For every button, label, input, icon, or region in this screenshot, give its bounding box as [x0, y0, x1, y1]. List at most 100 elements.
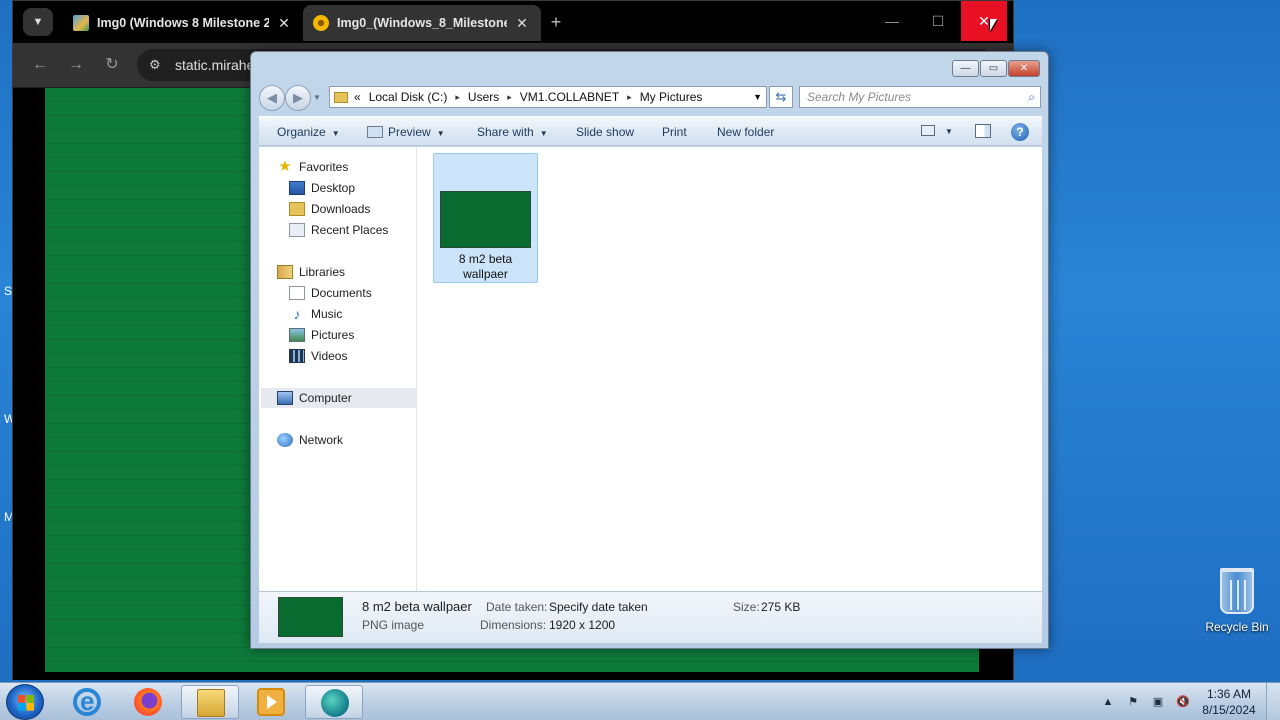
recent-pages-arrow-icon[interactable]: ▼ — [313, 85, 321, 111]
nav-documents-label: Documents — [311, 286, 372, 300]
clock[interactable]: 1:36 AM 8/15/2024 — [1196, 686, 1262, 718]
clock-time: 1:36 AM — [1206, 687, 1252, 701]
reload-button[interactable]: ↻ — [99, 53, 125, 77]
recent-places-icon — [289, 223, 305, 237]
back-forward-buttons: ◀ ▶ ▼ — [259, 85, 321, 111]
taskbar-file-explorer[interactable] — [181, 685, 239, 719]
nav-recent-places[interactable]: Recent Places — [289, 220, 388, 240]
show-hidden-icons-icon[interactable]: ▲ — [1100, 694, 1116, 710]
share-with-label: Share with — [477, 125, 534, 139]
show-desktop-button[interactable] — [1266, 683, 1280, 720]
preview-pane-icon[interactable] — [975, 124, 991, 138]
site-info-icon[interactable]: ⚙ — [149, 49, 161, 81]
network-tray-icon[interactable]: ▣ — [1150, 694, 1166, 710]
nav-libraries[interactable]: Libraries — [277, 262, 345, 282]
explorer-forward-button[interactable]: ▶ — [285, 85, 311, 111]
nav-favorites[interactable]: ★ Favorites — [277, 157, 348, 177]
nav-desktop[interactable]: Desktop — [289, 178, 355, 198]
print-button[interactable]: Print — [662, 117, 687, 147]
organize-button[interactable]: Organize ▼ — [277, 117, 340, 147]
explorer-back-button[interactable]: ◀ — [259, 85, 285, 111]
nav-downloads-label: Downloads — [311, 202, 371, 216]
folder-icon — [334, 91, 348, 103]
nav-desktop-label: Desktop — [311, 181, 356, 195]
file-list: 8 m2 beta wallpaer — [418, 147, 1042, 591]
browser-close-button[interactable]: ✕ — [961, 1, 1007, 41]
nav-libraries-label: Libraries — [299, 265, 346, 279]
refresh-icon[interactable]: ⇆ — [769, 86, 793, 108]
nav-documents[interactable]: Documents — [289, 283, 372, 303]
tab-search-button[interactable]: ▼ — [23, 8, 53, 36]
organize-label: Organize — [277, 125, 326, 139]
documents-icon — [289, 286, 305, 300]
recycle-bin-icon — [1220, 568, 1254, 614]
browser-maximize-button[interactable]: ☐ — [915, 1, 961, 41]
file-item[interactable]: 8 m2 beta wallpaer — [433, 153, 538, 283]
details-file-type: PNG image — [362, 618, 425, 632]
breadcrumb-my-pictures[interactable]: My Pictures — [640, 90, 703, 104]
breadcrumb-separator-icon[interactable]: ▸ — [507, 92, 512, 103]
taskbar-internet-explorer[interactable] — [58, 685, 116, 719]
breadcrumb-users[interactable]: Users — [468, 90, 499, 104]
explorer-maximize-button[interactable]: ▭ — [980, 60, 1007, 77]
size-value: 275 KB — [761, 600, 801, 614]
back-button[interactable]: ← — [27, 53, 53, 77]
url-text: static.mirahe — [175, 57, 255, 73]
taskbar-media-player[interactable] — [242, 685, 300, 719]
breadcrumb-separator-icon[interactable]: ▸ — [455, 92, 460, 103]
nav-music[interactable]: ♪ Music — [289, 304, 343, 324]
help-icon[interactable]: ? — [1011, 123, 1029, 141]
preview-label: Preview — [388, 125, 431, 139]
action-center-flag-icon[interactable]: ⚑ — [1125, 694, 1141, 710]
nav-pictures[interactable]: Pictures — [289, 325, 354, 345]
pictures-icon — [289, 328, 305, 342]
start-button[interactable] — [6, 684, 44, 720]
address-dropdown-icon[interactable]: ▼ — [753, 87, 762, 107]
recycle-bin[interactable]: Recycle Bin — [1200, 568, 1274, 634]
file-thumbnail — [440, 191, 531, 248]
new-tab-button[interactable]: + — [543, 9, 569, 35]
system-tray: ▲ ⚑ ▣ 🔇 — [1100, 683, 1200, 720]
search-input[interactable]: Search My Pictures ⌕ — [799, 86, 1041, 108]
forward-button[interactable]: → — [63, 53, 89, 77]
firefox-icon — [134, 688, 162, 716]
nav-network[interactable]: Network — [277, 430, 343, 450]
explorer-address-bar[interactable]: « Local Disk (C:) ▸ Users ▸ VM1.COLLABNE… — [329, 86, 767, 108]
command-bar: Organize ▼ Preview ▼ Share with ▼ Slide sho… — [259, 116, 1042, 146]
nav-downloads[interactable]: Downloads — [289, 199, 370, 219]
volume-muted-icon[interactable]: 🔇 — [1175, 694, 1191, 710]
date-taken-value[interactable]: Specify date taken — [549, 600, 648, 614]
chevron-down-icon: ▼ — [539, 129, 548, 138]
explorer-minimize-button[interactable]: — — [952, 60, 979, 77]
taskbar: ▲ ⚑ ▣ 🔇 1:36 AM 8/15/2024 — [0, 682, 1280, 720]
network-icon — [277, 433, 293, 447]
nav-recent-places-label: Recent Places — [311, 223, 389, 237]
nav-music-label: Music — [311, 307, 343, 321]
search-icon[interactable]: ⌕ — [1028, 87, 1035, 107]
breadcrumb-user[interactable]: VM1.COLLABNET — [520, 90, 619, 104]
slide-show-button[interactable]: Slide show — [576, 117, 634, 147]
taskbar-edge[interactable] — [305, 685, 363, 719]
preview-icon — [367, 126, 383, 138]
tab-strip: ▼ Img0 (Windows 8 Milestone 2) ✕ Img0_(W… — [13, 1, 1013, 43]
tab-close-icon[interactable]: ✕ — [513, 15, 531, 32]
tab-close-icon[interactable]: ✕ — [275, 15, 293, 32]
browser-minimize-button[interactable]: — — [869, 1, 915, 41]
taskbar-firefox[interactable] — [119, 685, 177, 719]
nav-videos[interactable]: Videos — [289, 346, 347, 366]
breadcrumb-overflow[interactable]: « — [354, 90, 361, 104]
chevron-down-icon[interactable]: ▼ — [945, 117, 953, 147]
new-folder-button[interactable]: New folder — [717, 117, 774, 147]
desktop-edge-glyph: S — [4, 284, 13, 298]
share-with-button[interactable]: Share with ▼ — [477, 117, 548, 147]
change-view-icon[interactable] — [921, 125, 935, 136]
explorer-body: ★ Favorites Desktop Downloads Recent Plac… — [259, 147, 1042, 591]
preview-button[interactable]: Preview ▼ — [367, 117, 445, 147]
breadcrumb-local-disk[interactable]: Local Disk (C:) — [369, 90, 448, 104]
nav-computer[interactable]: Computer — [261, 388, 416, 408]
breadcrumb-separator-icon[interactable]: ▸ — [627, 92, 632, 103]
tab-img0-png[interactable]: Img0 (Windows 8 Milestone 2) ✕ — [63, 5, 303, 41]
explorer-close-button[interactable]: ✕ — [1008, 60, 1040, 77]
details-file-name: 8 m2 beta wallpaer — [362, 599, 472, 614]
tab-img0-file[interactable]: Img0_(Windows_8_Milestone_2 ✕ — [303, 5, 541, 41]
